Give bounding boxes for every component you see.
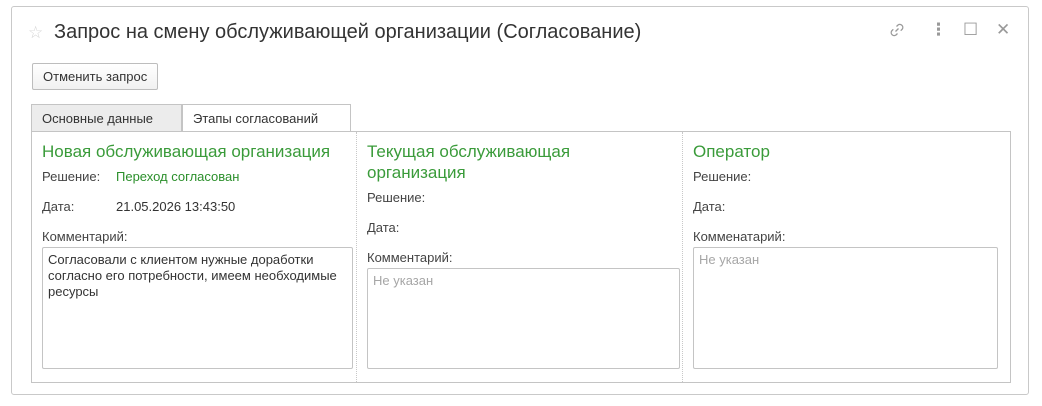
approval-stages-panel: Новая обслуживающая организация Решение:… <box>31 131 1011 383</box>
current-org-decision-label: Решение: <box>367 190 426 205</box>
link-icon[interactable] <box>888 21 906 42</box>
maximize-icon[interactable]: ☐ <box>963 21 978 38</box>
operator-heading: Оператор <box>693 142 770 161</box>
new-org-decision-label: Решение: <box>42 169 101 184</box>
current-org-column: Текущая обслуживающая организация Решени… <box>356 132 683 382</box>
new-org-decision-value[interactable]: Переход согласован <box>116 169 239 184</box>
operator-column: Оператор Решение: Дата: Комменатарий: Не… <box>682 132 1011 382</box>
new-org-heading: Новая обслуживающая организация <box>42 142 331 161</box>
close-icon[interactable]: ✕ <box>996 21 1010 38</box>
window-title: Запрос на смену обслуживающей организаци… <box>54 21 642 43</box>
new-org-comment-field[interactable]: Согласовали с клиентом нужные доработки … <box>42 247 353 369</box>
more-menu-icon[interactable]: ⋮ <box>930 21 947 38</box>
current-org-comment-field[interactable]: Не указан <box>367 268 680 369</box>
favorite-star-icon[interactable]: ☆ <box>28 24 43 41</box>
new-org-date-value: 21.05.2026 13:43:50 <box>116 199 236 214</box>
new-org-comment-label: Комментарий: <box>42 229 128 244</box>
operator-comment-label: Комменатарий: <box>693 229 786 244</box>
operator-date-label: Дата: <box>693 199 726 214</box>
form-window: ☆ Запрос на смену обслуживающей организа… <box>11 6 1029 395</box>
tab-approval-stages[interactable]: Этапы согласований <box>182 104 351 133</box>
current-org-comment-label: Комментарий: <box>367 250 453 265</box>
tab-main-data[interactable]: Основные данные <box>31 104 182 132</box>
new-org-date-label: Дата: <box>42 199 75 214</box>
current-org-date-label: Дата: <box>367 220 400 235</box>
cancel-request-button[interactable]: Отменить запрос <box>32 63 159 90</box>
operator-comment-field[interactable]: Не указан <box>693 247 998 369</box>
new-org-column: Новая обслуживающая организация Решение:… <box>32 132 356 382</box>
current-org-heading: Текущая обслуживающая организация <box>367 142 571 182</box>
operator-decision-label: Решение: <box>693 169 752 184</box>
